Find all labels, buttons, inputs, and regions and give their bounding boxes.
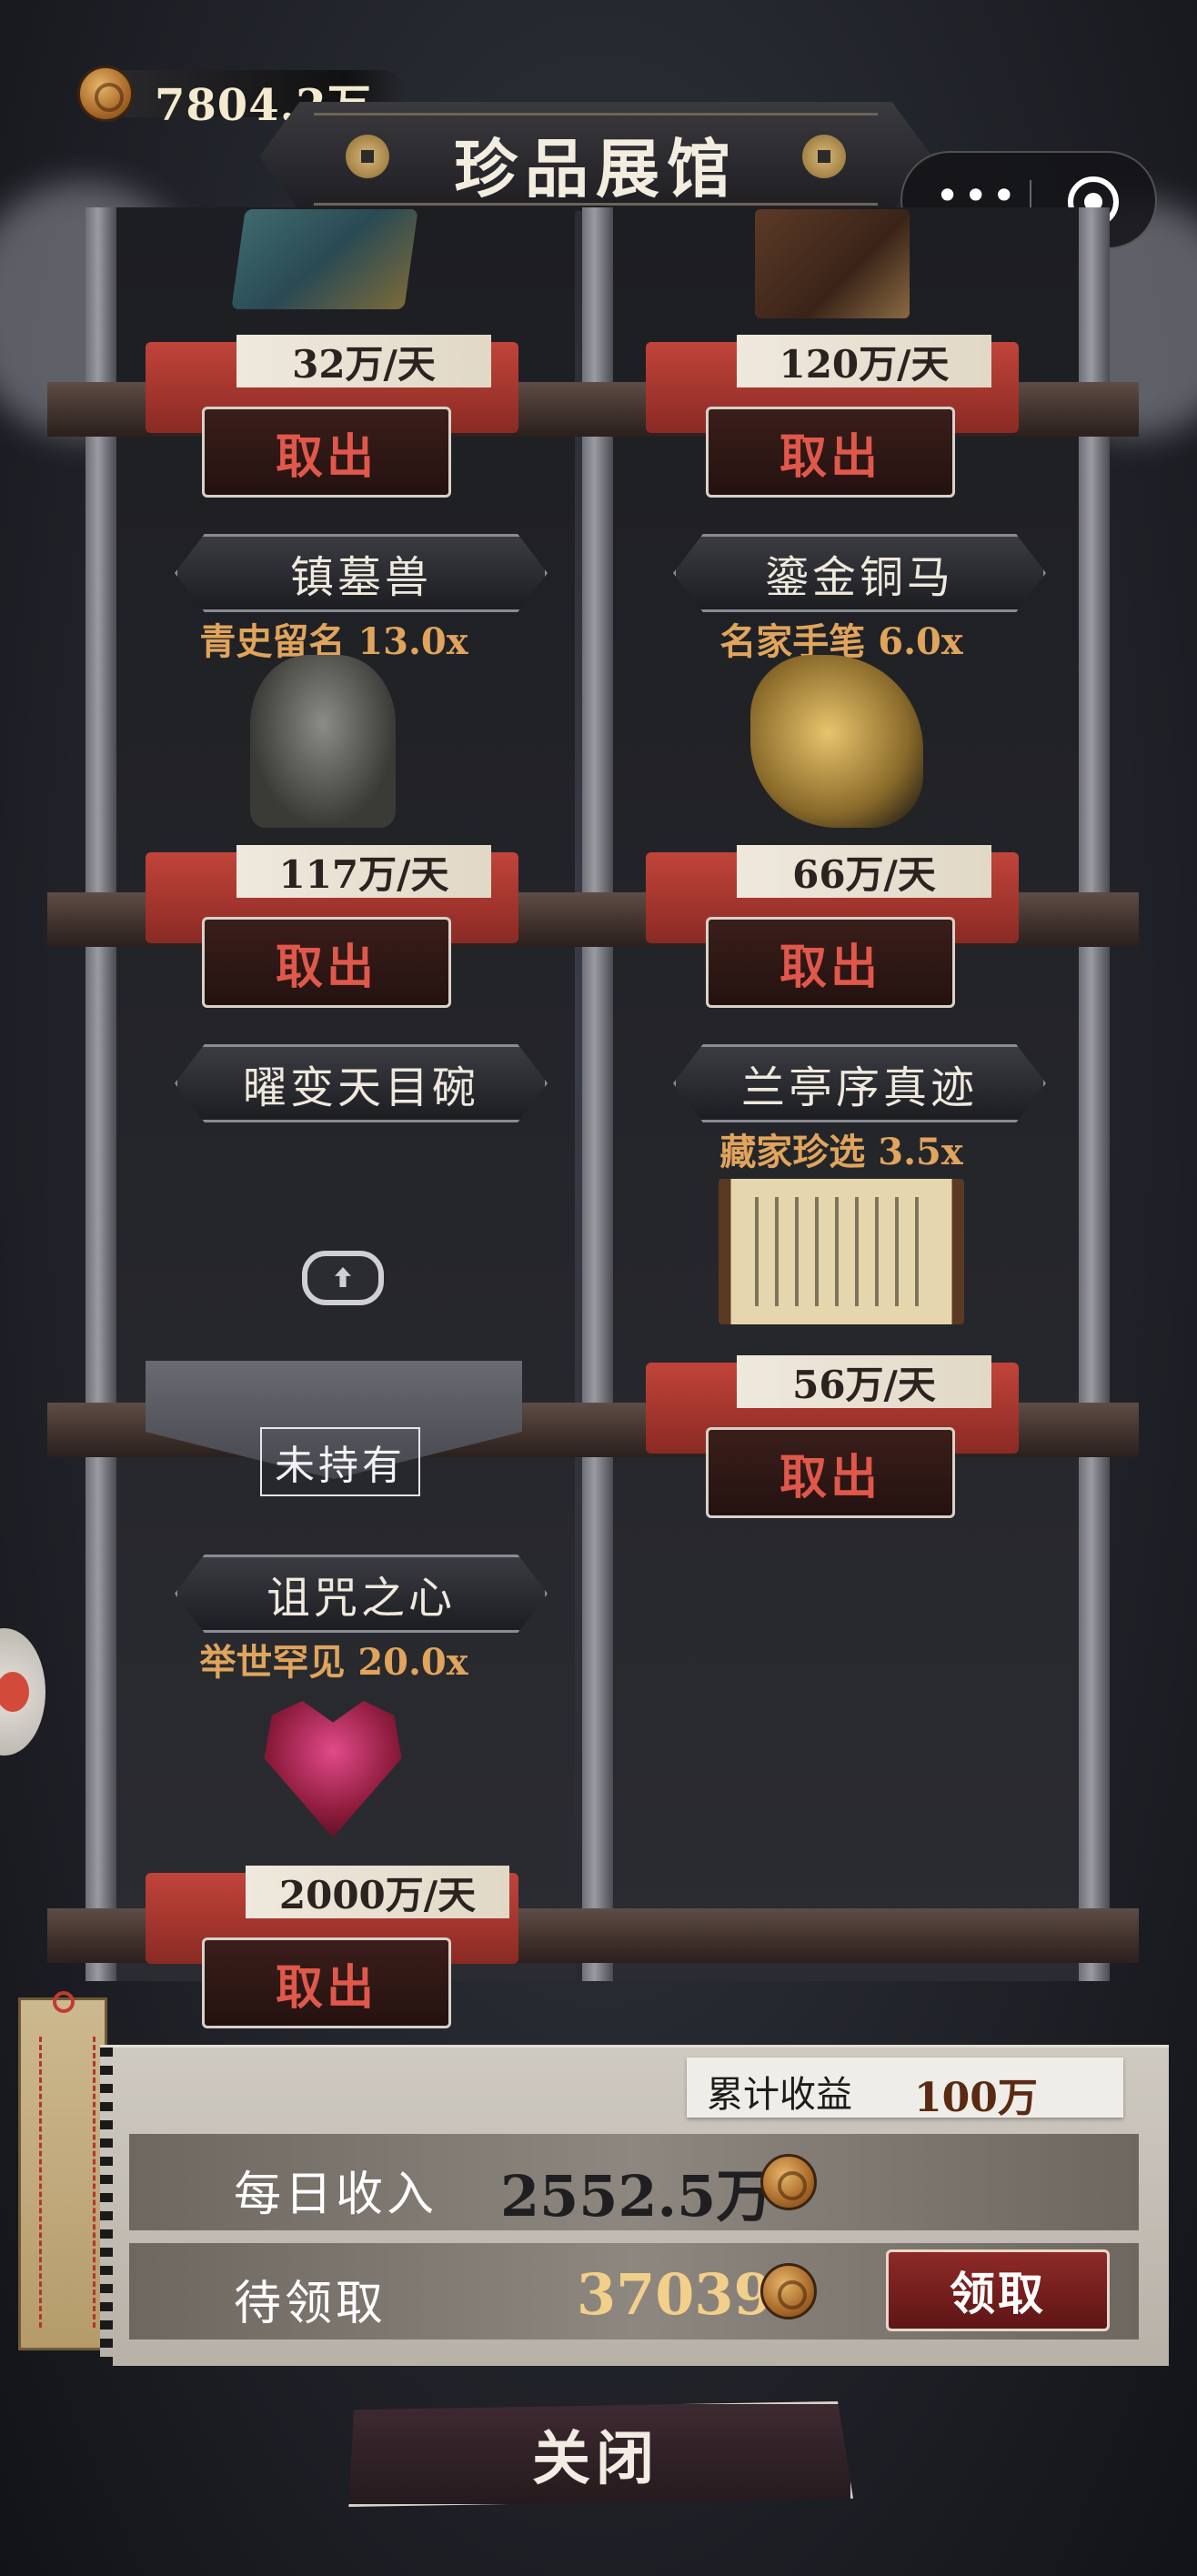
cabinet-post bbox=[582, 207, 613, 1981]
title-banner: 珍品展馆 bbox=[259, 102, 932, 211]
ancient-book-artwork bbox=[755, 209, 910, 318]
scroll-script bbox=[755, 1197, 928, 1306]
daily-income-row: 每日收入 2552.5万 bbox=[129, 2134, 1139, 2230]
cabinet-post bbox=[1079, 207, 1110, 1981]
take-out-button[interactable]: 取出 bbox=[706, 407, 955, 498]
take-out-button[interactable]: 取出 bbox=[202, 407, 451, 498]
item-name: 鎏金铜马 bbox=[673, 534, 1046, 612]
daily-rate: 117万/天 bbox=[236, 845, 491, 898]
item-name: 镇墓兽 bbox=[175, 534, 548, 612]
take-out-button[interactable]: 取出 bbox=[202, 917, 451, 1008]
take-out-button[interactable]: 取出 bbox=[706, 917, 955, 1008]
item-bonus: 举世罕见 20.0x bbox=[199, 1641, 468, 1684]
calligraphy-scroll-artwork bbox=[719, 1179, 964, 1324]
item-name: 曜变天目碗 bbox=[175, 1044, 548, 1122]
daily-rate: 56万/天 bbox=[737, 1355, 991, 1408]
talisman-script bbox=[39, 2037, 96, 2328]
talisman-tag bbox=[18, 1991, 107, 2350]
item-name: 诅咒之心 bbox=[175, 1555, 548, 1633]
daily-rate: 120万/天 bbox=[737, 335, 991, 387]
coin-icon bbox=[77, 65, 134, 122]
talisman-cord bbox=[53, 1991, 75, 2013]
pending-label: 待领取 bbox=[234, 2277, 387, 2331]
cumulative-value: 100万 bbox=[914, 2075, 1038, 2121]
item-name: 兰亭序真迹 bbox=[673, 1044, 1046, 1122]
jade-tile-artwork bbox=[231, 209, 418, 309]
take-out-button[interactable]: 取出 bbox=[706, 1427, 955, 1518]
daily-income-label: 每日收入 bbox=[234, 2168, 438, 2222]
close-button[interactable]: 关闭 bbox=[348, 2401, 853, 2507]
lock-icon bbox=[302, 1251, 384, 1305]
cumulative-label: 累计收益 bbox=[707, 2074, 852, 2116]
claim-button[interactable]: 领取 bbox=[886, 2249, 1110, 2331]
item-bonus: 藏家珍选 3.5x bbox=[719, 1131, 963, 1173]
daily-rate: 2000万/天 bbox=[246, 1866, 509, 1918]
pending-value: 37039 bbox=[577, 2261, 773, 2328]
perforation bbox=[100, 2048, 113, 2366]
take-out-button[interactable]: 取出 bbox=[202, 1937, 451, 2028]
page-title: 珍品展馆 bbox=[454, 131, 738, 206]
daily-income-value: 2552.5万 bbox=[500, 2163, 773, 2229]
daily-rate: 32万/天 bbox=[236, 335, 491, 387]
coin-icon bbox=[760, 2154, 817, 2210]
coin-icon bbox=[760, 2263, 817, 2319]
bronze-beast-artwork bbox=[250, 655, 396, 828]
daily-rate: 66万/天 bbox=[737, 845, 991, 898]
cumulative-earnings: 累计收益 100万 bbox=[687, 2058, 1123, 2121]
unowned-status: 未持有 bbox=[260, 1427, 420, 1496]
cabinet-post bbox=[86, 207, 116, 1981]
